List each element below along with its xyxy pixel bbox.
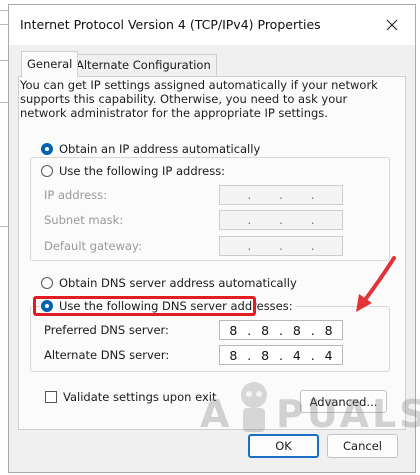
radio-use-following-ip-indicator: [41, 165, 53, 177]
validate-settings-checkbox-box: [45, 391, 57, 403]
preferred-dns-label: Preferred DNS server:: [44, 323, 169, 337]
default-gateway-input[interactable]: . . .: [219, 236, 343, 256]
radio-obtain-dns-auto-label: Obtain DNS server address automatically: [59, 276, 297, 290]
dns-option-highlight-box: [33, 296, 256, 316]
radio-obtain-ip-auto-indicator: [41, 143, 53, 155]
cancel-button[interactable]: Cancel: [327, 434, 398, 458]
close-icon: [386, 19, 398, 31]
radio-obtain-dns-auto[interactable]: Obtain DNS server address automatically: [41, 276, 300, 290]
tab-general[interactable]: General: [21, 51, 79, 77]
tab-alternate-configuration[interactable]: Alternate Configuration: [70, 54, 217, 76]
radio-obtain-dns-auto-indicator: [41, 277, 53, 289]
radio-use-following-ip[interactable]: Use the following IP address:: [41, 164, 229, 178]
description-text: You can get IP settings assigned automat…: [20, 78, 378, 120]
radio-obtain-ip-auto-label: Obtain an IP address automatically: [59, 142, 261, 156]
appuals-mascot-icon: [241, 382, 267, 432]
ip-address-label: IP address:: [44, 188, 108, 202]
alternate-dns-input[interactable]: 8. 8. 4. 4: [219, 345, 343, 365]
ip-address-input[interactable]: . . .: [219, 185, 343, 205]
close-button[interactable]: [369, 5, 415, 45]
ok-button-label: OK: [275, 439, 292, 453]
validate-settings-checkbox[interactable]: Validate settings upon exit: [45, 390, 220, 404]
validate-settings-label: Validate settings upon exit: [63, 390, 217, 404]
alternate-dns-label: Alternate DNS server:: [44, 348, 170, 362]
subnet-mask-input[interactable]: . . .: [219, 210, 343, 230]
preferred-dns-input[interactable]: 8. 8. 8. 8: [219, 320, 343, 340]
watermark-text-left: A: [200, 392, 233, 436]
red-arrow-icon: [356, 256, 396, 312]
radio-obtain-ip-auto[interactable]: Obtain an IP address automatically: [41, 142, 264, 156]
title-bar: Internet Protocol Version 4 (TCP/IPv4) P…: [9, 5, 415, 45]
subnet-mask-label: Subnet mask:: [44, 213, 124, 227]
watermark-text-right: PUALS: [276, 392, 420, 436]
window-title: Internet Protocol Version 4 (TCP/IPv4) P…: [20, 17, 321, 32]
tab-alternate-configuration-label: Alternate Configuration: [76, 58, 211, 72]
radio-use-following-ip-label: Use the following IP address:: [59, 164, 226, 178]
default-gateway-label: Default gateway:: [44, 239, 142, 253]
cancel-button-label: Cancel: [343, 439, 382, 453]
tab-general-label: General: [27, 57, 73, 71]
